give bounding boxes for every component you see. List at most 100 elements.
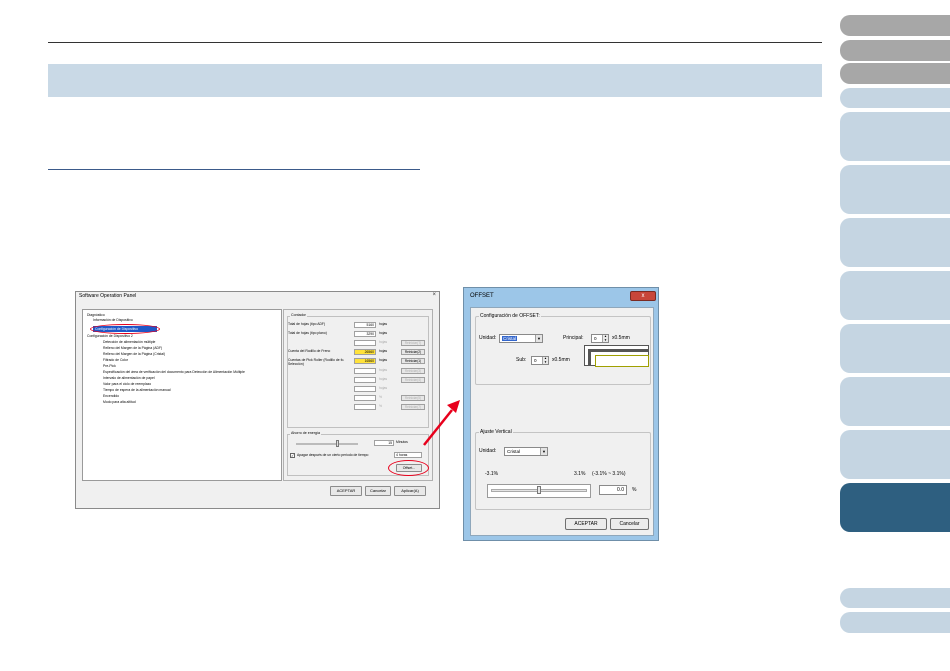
ok-button[interactable]: ACEPTAR — [330, 486, 362, 496]
cancel-button[interactable]: Cancelar — [365, 486, 391, 496]
unit2-select[interactable]: Cristal ▼ — [504, 447, 548, 456]
energy-group-label: Ahorro de energía — [290, 431, 321, 435]
counter-group-label: Contador — [290, 313, 307, 317]
tree-item-diagnostico[interactable]: Diagnóstico — [87, 313, 105, 317]
side-tab-1[interactable] — [840, 15, 950, 36]
tree-item[interactable]: Relleno del Margen de la Página (ADF) — [103, 346, 162, 350]
settings-tree: Diagnóstico Información de Dispositivo C… — [82, 309, 282, 481]
unit-select-value: Cristal — [502, 336, 518, 341]
counter-label: Total de hojas (tipo plano) — [288, 331, 327, 335]
reset-button[interactable]: Reiniciar(7) — [401, 404, 425, 410]
close-icon[interactable]: x — [630, 291, 656, 301]
counter-value: 26560 — [354, 349, 376, 355]
unit2-select-value: Cristal — [507, 449, 521, 454]
counter-value — [354, 395, 376, 401]
counter-unit: hojas — [379, 377, 388, 381]
unit2-label: Unidad: — [479, 448, 497, 454]
tree-item[interactable]: Relleno del Margen de la Página (Cristal… — [103, 352, 165, 356]
tree-item[interactable]: Tiempo de espera de la alimentación manu… — [103, 388, 171, 392]
principal-value: 0 — [594, 336, 597, 341]
software-operation-panel-window: Software Operation Panel × Diagnóstico I… — [75, 291, 440, 509]
spinner-arrows-icon[interactable]: ▲ ▼ — [602, 334, 608, 342]
close-icon[interactable]: × — [432, 292, 436, 298]
sub-value: 0 — [534, 358, 537, 363]
side-tab-14[interactable] — [840, 612, 950, 633]
side-tab-9[interactable] — [840, 324, 950, 373]
counter-label: Cuentas de Pick Roller (Rodillo de fo. S… — [288, 358, 345, 366]
vertical-adjust-slider[interactable] — [487, 484, 591, 498]
cancel-button[interactable]: Cancelar — [610, 518, 649, 530]
offset-preview — [584, 345, 649, 367]
energy-slider-thumb[interactable] — [336, 440, 339, 447]
section-band — [48, 64, 822, 97]
counter-value — [354, 368, 376, 374]
principal-label: Principal: — [563, 335, 584, 341]
sub-spinner[interactable]: 0 ▲ ▼ — [531, 356, 549, 365]
chevron-down-icon: ▼ — [535, 335, 542, 342]
side-tab-4[interactable] — [840, 88, 950, 108]
reset-button[interactable]: Reiniciar(3) — [401, 368, 425, 374]
tree-item[interactable]: Valor para el ciclo de reemplazo — [103, 382, 151, 386]
chevron-down-icon: ▼ — [540, 448, 547, 455]
counter-value: 16560 — [354, 358, 376, 364]
side-tab-2[interactable] — [840, 40, 950, 61]
tree-item[interactable]: Pre-Pick — [103, 364, 116, 368]
tree-item-configuracion-2[interactable]: Configuración de Dispositivo 2 — [87, 334, 133, 338]
energy-slider-track[interactable] — [296, 443, 358, 445]
side-tab-10[interactable] — [840, 377, 950, 426]
sub-unit: x0.5mm — [552, 357, 570, 363]
apply-button[interactable]: Aplicar(A) — [394, 486, 426, 496]
counter-row: Total de hojas (tipo plano) 3290 hojas — [288, 331, 428, 338]
reset-button[interactable]: Reiniciar(4) — [401, 377, 425, 383]
counter-unit: hojas — [379, 322, 388, 326]
reset-button[interactable]: Reiniciar(T) — [401, 340, 425, 346]
counter-label: Total de hojas (tipo ADF) — [288, 322, 326, 326]
tree-item[interactable]: Especificación del área de verificación … — [103, 370, 245, 374]
side-tab-5[interactable] — [840, 112, 950, 161]
reset-button[interactable]: Reiniciar(2) — [401, 349, 425, 355]
reset-button[interactable]: Reiniciar(5) — [401, 395, 425, 401]
counter-unit: hojas — [379, 358, 388, 362]
minutes-value[interactable]: 15 — [374, 440, 394, 446]
side-tab-3[interactable] — [840, 63, 950, 84]
side-tab-8[interactable] — [840, 271, 950, 320]
side-tab-12-active[interactable] — [840, 483, 950, 532]
adjust-value[interactable]: 0.0 — [599, 485, 627, 495]
reset-button[interactable]: Reiniciar(1) — [401, 358, 425, 364]
counter-row: hojas Reiniciar(4) — [288, 377, 428, 384]
range-text: (-3.1% ~ 3.1%) — [592, 471, 626, 477]
counter-value — [354, 404, 376, 410]
tree-item[interactable]: Modo para alta altitud — [103, 400, 136, 404]
dialog-body: Configuración de OFFSET: Unidad: Cristal… — [470, 307, 654, 536]
vertical-adjust-group-label: Ajuste Vertical — [479, 429, 513, 435]
preview-paper — [595, 355, 649, 367]
principal-spinner[interactable]: 0 ▲ ▼ — [591, 334, 609, 343]
side-tab-7[interactable] — [840, 218, 950, 267]
ok-button[interactable]: ACEPTAR — [565, 518, 607, 530]
unit-select[interactable]: Cristal ▼ — [499, 334, 543, 343]
side-tab-6[interactable] — [840, 165, 950, 214]
hours-select[interactable]: 4 horas — [394, 452, 422, 458]
counter-row: % Reiniciar(5) — [288, 395, 428, 402]
sub-label: Sub: — [516, 357, 527, 363]
side-tab-11[interactable] — [840, 430, 950, 479]
tree-item-informacion[interactable]: Información de Dispositivo — [93, 318, 133, 322]
counter-unit: % — [379, 404, 383, 408]
spinner-arrows-icon[interactable]: ▲ ▼ — [542, 356, 548, 364]
tree-item[interactable]: Filtrado de Color — [103, 358, 128, 362]
offset-highlight-ellipse — [388, 460, 429, 476]
top-rule — [48, 42, 822, 43]
counter-row: hojas — [288, 386, 428, 393]
slider-thumb[interactable] — [537, 486, 541, 494]
unit-label: Unidad: — [479, 335, 497, 341]
tree-item[interactable]: Detección de alimentación múltiple — [103, 340, 155, 344]
counter-row: hojas Reiniciar(3) — [288, 368, 428, 375]
checkbox-icon[interactable]: ✓ — [290, 453, 295, 458]
counter-value: 5160 — [354, 322, 376, 328]
range-max: 3.1% — [574, 471, 586, 477]
tree-item[interactable]: Encendido — [103, 394, 119, 398]
side-tab-13[interactable] — [840, 588, 950, 608]
tree-item[interactable]: Intervalo de alimentación de papel — [103, 376, 155, 380]
counter-row: Total de hojas (tipo ADF) 5160 hojas — [288, 322, 428, 329]
counter-unit: hojas — [379, 386, 388, 390]
